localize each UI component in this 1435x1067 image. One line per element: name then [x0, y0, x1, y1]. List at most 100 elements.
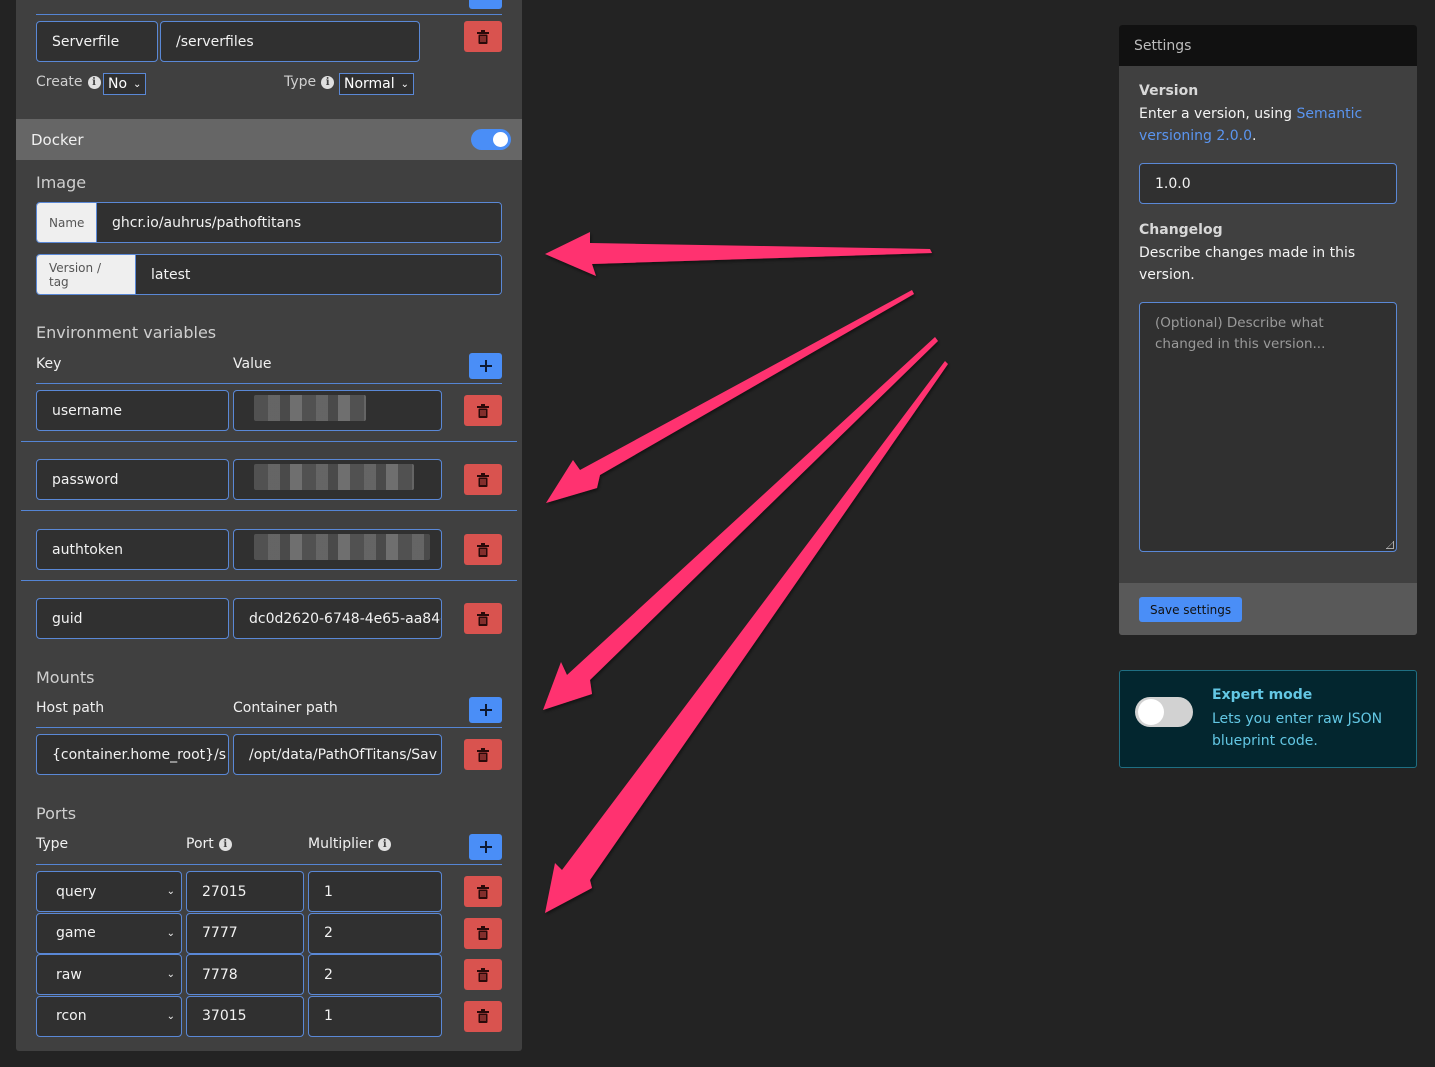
- mount-host-input[interactable]: {container.home_root}/s: [36, 734, 229, 775]
- port-multiplier-input[interactable]: 1: [308, 995, 442, 1037]
- env-value-input[interactable]: [233, 529, 442, 570]
- mount-container-input[interactable]: /opt/data/PathOfTitans/Sav: [233, 734, 442, 775]
- chevron-down-icon: ⌄: [133, 78, 142, 90]
- port-type-select[interactable]: raw ⌄: [36, 954, 182, 995]
- image-name-field[interactable]: Name ghcr.io/auhrus/pathoftitans: [36, 202, 502, 243]
- delete-port-button[interactable]: [464, 876, 502, 907]
- add-port-button[interactable]: [469, 834, 502, 860]
- env-key-input[interactable]: guid: [36, 598, 229, 639]
- port-type-select[interactable]: rcon ⌄: [36, 995, 182, 1037]
- env-key-value: authtoken: [52, 541, 123, 558]
- delete-env-button[interactable]: [464, 603, 502, 634]
- image-name-addon: Name: [37, 203, 97, 242]
- port-type-select[interactable]: game ⌄: [36, 912, 182, 954]
- trash-icon: [477, 884, 489, 899]
- env-key-value: guid: [52, 610, 83, 627]
- expert-mode-box: Expert mode Lets you enter raw JSON blue…: [1119, 670, 1417, 768]
- delete-port-button[interactable]: [464, 1000, 502, 1032]
- resize-handle[interactable]: [1386, 541, 1394, 549]
- redacted-value: [254, 395, 366, 421]
- delete-env-button[interactable]: [464, 395, 502, 426]
- settings-footer: Save settings: [1119, 583, 1417, 635]
- env-value: dc0d2620-6748-4e65-aa84-: [249, 610, 442, 627]
- blueprint-editor-panel: Serverfile /serverfiles Create i No ⌄ Type…: [16, 0, 522, 1051]
- port-multiplier-input[interactable]: 2: [308, 912, 442, 954]
- add-mount-button[interactable]: [469, 697, 502, 723]
- settings-header: Settings: [1119, 25, 1417, 66]
- image-tag-addon: Version / tag: [37, 255, 136, 294]
- image-tag-input[interactable]: latest: [136, 255, 501, 294]
- env-value-input[interactable]: [233, 459, 442, 500]
- port-multiplier-value: 1: [324, 1008, 333, 1024]
- port-number-value: 7778: [202, 966, 238, 983]
- ports-section-title: Ports: [36, 804, 77, 823]
- trash-icon: [477, 967, 489, 982]
- divider: [36, 383, 502, 384]
- port-type-header: Type: [36, 836, 69, 852]
- image-name-input[interactable]: ghcr.io/auhrus/pathoftitans: [97, 203, 501, 242]
- port-number-input[interactable]: 27015: [186, 871, 304, 912]
- expert-mode-title: Expert mode: [1212, 687, 1313, 703]
- port-type-value: raw: [56, 966, 82, 983]
- trash-icon: [477, 926, 489, 940]
- env-key-input[interactable]: authtoken: [36, 529, 229, 570]
- create-select[interactable]: No ⌄: [103, 73, 147, 95]
- delete-env-button[interactable]: [464, 464, 502, 495]
- env-key-input[interactable]: password: [36, 459, 229, 500]
- divider: [21, 580, 517, 581]
- version-input[interactable]: 1.0.0: [1139, 163, 1397, 204]
- info-icon[interactable]: i: [321, 75, 335, 89]
- port-number-input[interactable]: 37015: [186, 995, 304, 1037]
- env-value-input[interactable]: [233, 390, 442, 431]
- type-label: Type i: [284, 74, 335, 90]
- version-help: Enter a version, using Semantic versioni…: [1139, 106, 1363, 144]
- mount-host-value: {container.home_root}/s: [52, 746, 227, 763]
- env-value-header: Value: [233, 356, 272, 372]
- type-select[interactable]: Normal ⌄: [339, 73, 415, 95]
- info-icon[interactable]: i: [87, 75, 101, 89]
- port-type-value: game: [56, 925, 96, 941]
- delete-env-button[interactable]: [464, 534, 502, 565]
- env-value-input[interactable]: dc0d2620-6748-4e65-aa84-: [233, 598, 442, 639]
- image-tag-field[interactable]: Version / tag latest: [36, 254, 502, 295]
- changelog-textarea[interactable]: (Optional) Describe what changed in this…: [1139, 302, 1397, 552]
- version-label: Version: [1139, 83, 1199, 99]
- add-env-button[interactable]: [469, 353, 502, 379]
- expert-mode-description: Lets you enter raw JSON blueprint code.: [1212, 711, 1383, 749]
- env-key-header: Key: [36, 356, 62, 372]
- env-key-input[interactable]: username: [36, 390, 229, 431]
- info-icon[interactable]: i: [218, 837, 232, 851]
- chevron-down-icon: ⌄: [166, 886, 175, 897]
- expert-mode-toggle[interactable]: [1135, 697, 1193, 727]
- port-number-input[interactable]: 7777: [186, 912, 304, 954]
- mount-container-header: Container path: [233, 700, 338, 716]
- docker-section-header: Docker: [16, 119, 522, 160]
- trash-icon: [477, 611, 489, 626]
- divider: [21, 441, 517, 442]
- divider: [21, 510, 517, 511]
- serverfile-path-input[interactable]: /serverfiles: [160, 21, 420, 62]
- port-type-select[interactable]: query ⌄: [36, 871, 182, 912]
- save-settings-button[interactable]: Save settings: [1139, 597, 1243, 622]
- arrow-to-image: [545, 232, 932, 276]
- serverfile-name-input[interactable]: Serverfile: [36, 21, 158, 62]
- add-serverfile-button[interactable]: [469, 0, 502, 9]
- changelog-placeholder: (Optional) Describe what changed in this…: [1155, 315, 1326, 352]
- info-icon[interactable]: i: [378, 837, 392, 851]
- port-multiplier-input[interactable]: 2: [308, 954, 442, 995]
- docker-toggle[interactable]: [471, 129, 511, 150]
- arrow-to-ports: [545, 361, 948, 913]
- divider: [36, 14, 502, 15]
- serverfile-name-value: Serverfile: [52, 33, 120, 50]
- delete-port-button[interactable]: [464, 959, 502, 990]
- port-type-value: query: [56, 883, 97, 900]
- create-label: Create i: [36, 74, 101, 90]
- delete-mount-button[interactable]: [464, 739, 502, 770]
- port-type-value: rcon: [56, 1008, 87, 1024]
- delete-serverfile-button[interactable]: [464, 21, 502, 52]
- port-multiplier-input[interactable]: 1: [308, 871, 442, 912]
- port-number-input[interactable]: 7778: [186, 954, 304, 995]
- delete-port-button[interactable]: [464, 917, 502, 949]
- mount-host-header: Host path: [36, 700, 105, 716]
- env-key-value: password: [52, 471, 119, 488]
